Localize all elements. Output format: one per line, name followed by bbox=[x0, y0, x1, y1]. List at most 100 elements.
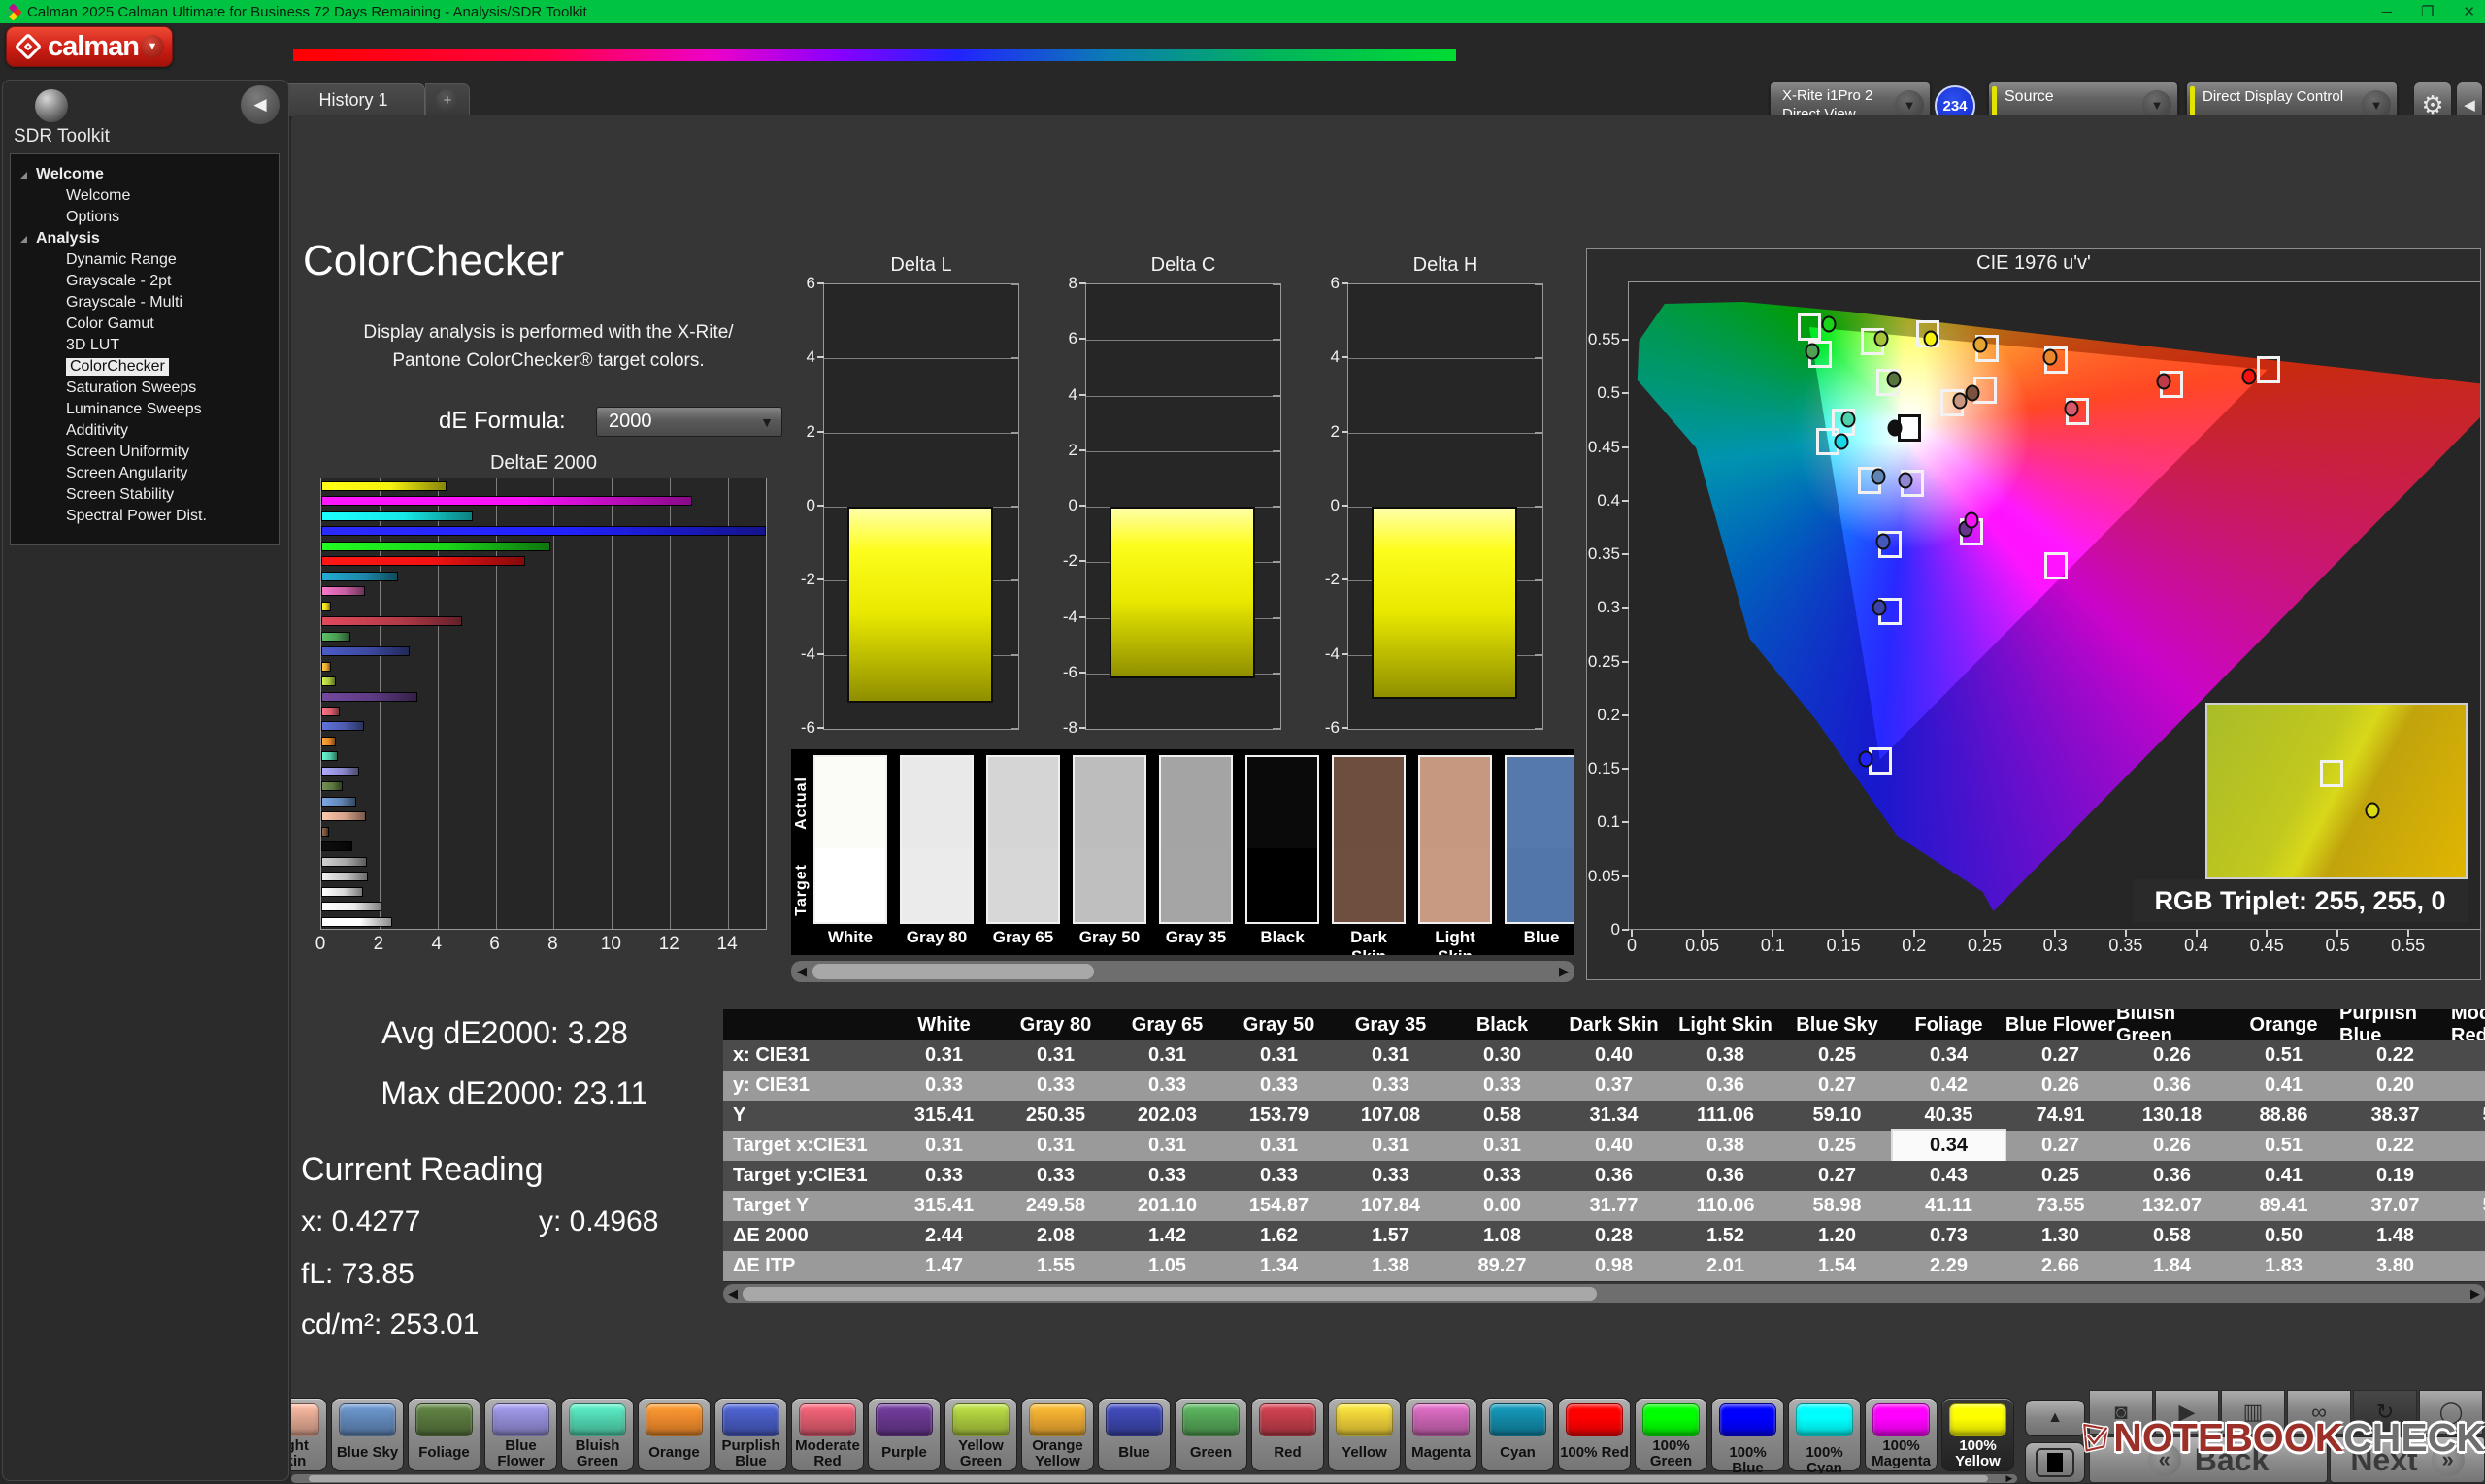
patch-button-foliage[interactable]: Foliage bbox=[408, 1398, 480, 1471]
patch-button-orange-yellow[interactable]: OrangeYellow bbox=[1021, 1398, 1094, 1471]
cie-measured-green-100 bbox=[1822, 316, 1837, 333]
pattern-up-button[interactable]: ▲ bbox=[2025, 1400, 2085, 1436]
swatch-strip-scrollbar[interactable]: ◀ ▶ bbox=[791, 961, 1574, 982]
table-cell: 154.87 bbox=[1223, 1191, 1335, 1221]
toolbar-scrollbar[interactable]: ▶ bbox=[291, 1474, 2017, 1483]
tree-item-color-gamut[interactable]: Color Gamut bbox=[11, 313, 279, 335]
swatch-gray-50[interactable] bbox=[1073, 755, 1146, 924]
swatch-dark-skin[interactable] bbox=[1332, 755, 1406, 924]
table-scrollbar[interactable]: ◀ ▶ bbox=[723, 1284, 2485, 1303]
table-cell: 0.33 bbox=[1111, 1071, 1223, 1101]
tree-item-welcome[interactable]: Welcome bbox=[11, 185, 279, 207]
patch-button-bluish-green[interactable]: BluishGreen bbox=[561, 1398, 634, 1471]
swatch-light-skin[interactable] bbox=[1418, 755, 1492, 924]
tree-item-saturation-sweeps[interactable]: Saturation Sweeps bbox=[11, 378, 279, 399]
swatch-gray-65[interactable] bbox=[986, 755, 1060, 924]
patch-button-light-skin[interactable]: LightSkin bbox=[291, 1398, 327, 1471]
right-tick bbox=[1011, 728, 1018, 730]
chevron-down-icon[interactable]: ▼ bbox=[141, 35, 164, 58]
patch-button-100-yellow[interactable]: 100%Yellow bbox=[1941, 1398, 2014, 1471]
patch-button-red[interactable]: Red bbox=[1251, 1398, 1324, 1471]
patch-button-100-blue[interactable]: 100% Blue bbox=[1711, 1398, 1784, 1471]
table-cell: 0.25 bbox=[1781, 1131, 1893, 1161]
swatch-blue[interactable] bbox=[1505, 755, 1574, 924]
tree-item-options[interactable]: Options bbox=[11, 207, 279, 228]
swatch-gray-35[interactable] bbox=[1159, 755, 1233, 924]
next-button[interactable]: Next » bbox=[2330, 1436, 2485, 1483]
table-cell[interactable]: 0.34 bbox=[1893, 1131, 2005, 1161]
de-formula-select[interactable]: 2000 ▼ bbox=[596, 407, 782, 437]
transport-button[interactable]: ◙ bbox=[2089, 1390, 2153, 1435]
scroll-left-icon[interactable]: ◀ bbox=[793, 961, 811, 982]
pattern-window-button[interactable] bbox=[2025, 1442, 2085, 1483]
patch-button-blue-flower[interactable]: BlueFlower bbox=[484, 1398, 557, 1471]
right-tick bbox=[1273, 395, 1280, 397]
tree-item-screen-uniformity[interactable]: Screen Uniformity bbox=[11, 442, 279, 463]
patch-button-moderate-red[interactable]: ModerateRed bbox=[791, 1398, 864, 1471]
tree-item-grayscale-multi[interactable]: Grayscale - Multi bbox=[11, 292, 279, 313]
tab-history-1[interactable]: History 1 bbox=[282, 83, 425, 116]
tree-item-label: Spectral Power Dist. bbox=[66, 508, 207, 525]
patch-button-100-magenta[interactable]: 100%Magenta bbox=[1865, 1398, 1938, 1471]
patch-button-purple[interactable]: Purple bbox=[868, 1398, 941, 1471]
cie-measured-blue-sky bbox=[1872, 469, 1886, 485]
swatch-black[interactable] bbox=[1245, 755, 1319, 924]
table-cell: 0.26 bbox=[2116, 1040, 2228, 1071]
transport-button[interactable]: ▶ bbox=[2155, 1390, 2219, 1435]
patch-button-100-red[interactable]: 100% Red bbox=[1558, 1398, 1631, 1471]
tree-item-additivity[interactable]: Additivity bbox=[11, 420, 279, 442]
swatch-gray-80[interactable] bbox=[900, 755, 974, 924]
tree-item-analysis[interactable]: Analysis bbox=[11, 228, 279, 249]
swatch-white[interactable] bbox=[813, 755, 887, 924]
maximize-icon[interactable]: ❐ bbox=[2421, 3, 2434, 20]
patch-button-blue-sky[interactable]: Blue Sky bbox=[331, 1398, 404, 1471]
tree-item-welcome[interactable]: Welcome bbox=[11, 164, 279, 185]
scroll-right-icon[interactable]: ▶ bbox=[2468, 1284, 2483, 1303]
right-tick bbox=[1273, 506, 1280, 508]
y-tick-label: -4 bbox=[782, 644, 815, 664]
close-icon[interactable]: ✕ bbox=[2463, 3, 2475, 20]
transport-button[interactable]: ▥ bbox=[2221, 1390, 2285, 1435]
column-header-blue-flower: Blue Flower bbox=[2005, 1009, 2116, 1040]
patch-button-magenta[interactable]: Magenta bbox=[1405, 1398, 1477, 1471]
tree-item-luminance-sweeps[interactable]: Luminance Sweeps bbox=[11, 399, 279, 420]
patch-button-blue[interactable]: Blue bbox=[1098, 1398, 1171, 1471]
patch-button-100-green[interactable]: 100%Green bbox=[1635, 1398, 1707, 1471]
scroll-right-icon[interactable]: ▶ bbox=[2003, 1472, 2016, 1484]
scrollbar-thumb[interactable] bbox=[309, 1475, 1988, 1482]
transport-button[interactable]: ∞ bbox=[2287, 1390, 2351, 1435]
patch-button-green[interactable]: Green bbox=[1175, 1398, 1247, 1471]
patch-button-100-cyan[interactable]: 100% Cyan bbox=[1788, 1398, 1861, 1471]
gridline bbox=[824, 433, 1018, 434]
sidebar-collapse-button[interactable]: ◀ bbox=[241, 85, 280, 124]
scrollbar-thumb[interactable] bbox=[743, 1287, 1597, 1301]
tree-item-dynamic-range[interactable]: Dynamic Range bbox=[11, 249, 279, 271]
tree-item-3d-lut[interactable]: 3D LUT bbox=[11, 335, 279, 356]
transport-button[interactable]: ↻ bbox=[2353, 1390, 2417, 1435]
right-tick bbox=[1273, 339, 1280, 341]
back-button[interactable]: « Back bbox=[2089, 1436, 2328, 1483]
cie-y-tick-label: 0 bbox=[1587, 920, 1620, 940]
tree-item-grayscale-2pt[interactable]: Grayscale - 2pt bbox=[11, 271, 279, 292]
scroll-left-icon[interactable]: ◀ bbox=[725, 1284, 741, 1303]
sphere-button[interactable] bbox=[35, 89, 68, 122]
tree-item-spectral-power-dist-[interactable]: Spectral Power Dist. bbox=[11, 506, 279, 527]
calman-logo-button[interactable]: calman ▼ bbox=[6, 26, 173, 67]
patch-button-purplish-blue[interactable]: PurplishBlue bbox=[714, 1398, 787, 1471]
transport-button[interactable]: ◯ bbox=[2419, 1390, 2483, 1435]
tree-item-screen-stability[interactable]: Screen Stability bbox=[11, 484, 279, 506]
deltae-bar-dark-skin bbox=[321, 827, 329, 837]
patch-button-cyan[interactable]: Cyan bbox=[1481, 1398, 1554, 1471]
add-tab-button[interactable]: + bbox=[425, 83, 470, 116]
right-tick bbox=[1011, 654, 1018, 656]
scrollbar-thumb[interactable] bbox=[812, 964, 1094, 979]
scroll-right-icon[interactable]: ▶ bbox=[1555, 961, 1573, 982]
minimize-icon[interactable]: ─ bbox=[2381, 4, 2392, 20]
patch-button-orange[interactable]: Orange bbox=[638, 1398, 711, 1471]
tree-item-screen-angularity[interactable]: Screen Angularity bbox=[11, 463, 279, 484]
patch-button-yellow-green[interactable]: YellowGreen bbox=[944, 1398, 1017, 1471]
patch-button-yellow[interactable]: Yellow bbox=[1328, 1398, 1401, 1471]
y-tick-label: 8 bbox=[1044, 274, 1077, 293]
y-tick bbox=[1079, 727, 1086, 729]
tree-item-colorchecker[interactable]: ColorChecker bbox=[11, 356, 279, 378]
